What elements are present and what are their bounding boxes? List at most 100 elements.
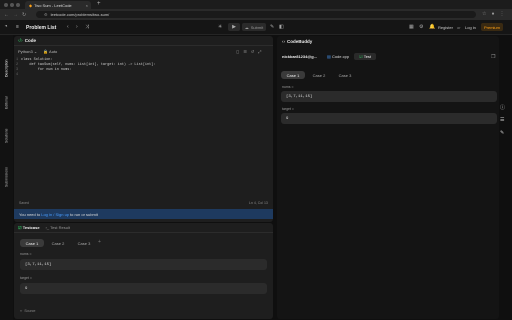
source-toggle[interactable]: ‹› Source (20, 309, 35, 313)
debug-icon[interactable]: ✳ (218, 24, 222, 30)
autocomplete-mode[interactable]: 🔒 Auto (43, 49, 57, 54)
buddy-target-label: target = (282, 107, 294, 111)
editor-actions: ◻ ☰ ↺ ⤢ (236, 49, 261, 54)
forward-icon[interactable]: → (13, 12, 18, 18)
bookmark-code-icon[interactable]: ◻ (236, 49, 239, 54)
code-icon: ‹› (20, 309, 23, 313)
tab-title: Two Sum - LeetCode (34, 2, 72, 8)
tab-solutions[interactable]: Solutions (2, 113, 11, 143)
problem-list-link[interactable]: Problem List (26, 25, 56, 31)
file-tab-test-label: Test (363, 54, 372, 59)
prev-problem-icon[interactable]: ‹ (67, 24, 69, 30)
nums-input[interactable]: [3,7,11,15] (20, 259, 267, 270)
minimize-window-icon[interactable] (10, 3, 14, 7)
panel-toggle-icon[interactable]: ◧ (279, 24, 284, 30)
codebuddy-logo-icon: ‹› (282, 39, 285, 44)
line-number: 1 (16, 58, 19, 62)
list-icon[interactable]: ☰ (500, 117, 504, 123)
nums-label: nums = (20, 252, 32, 256)
run-button[interactable]: ▶ (228, 23, 240, 31)
close-tab-icon[interactable]: × (86, 3, 88, 8)
format-icon[interactable]: ☰ (243, 49, 247, 54)
back-icon[interactable]: ← (4, 12, 9, 18)
shuffle-icon[interactable]: ⤨ (85, 24, 89, 30)
buddy-case-2[interactable]: Case 2 (307, 71, 331, 79)
language-select[interactable]: Python3 ⌄ (18, 49, 37, 54)
buddy-case-3[interactable]: Case 3 (333, 71, 357, 79)
editor-toolbar: Python3 ⌄ 🔒 Auto (18, 49, 57, 54)
notice-suffix: to run or submit (70, 211, 98, 217)
or-text: or (457, 25, 461, 30)
code-line[interactable]: for num in nums: (21, 68, 72, 72)
fullscreen-icon[interactable]: ⤢ (258, 49, 261, 54)
buddy-nums-input[interactable]: [3,7,11,15] (281, 91, 497, 102)
buddy-nums-label: nums = (282, 85, 294, 89)
code-line[interactable]: def twoSum(self, nums: List[int], target… (21, 63, 155, 67)
close-window-icon[interactable] (4, 3, 8, 7)
leetcode-navbar: ◔ ≡ Problem List ‹ › ⤨ ✳ ▶ ☁ Submit ✎ ◧ … (0, 20, 512, 35)
line-number: 2 (16, 63, 19, 67)
chevron-down-icon: ⌄ (33, 49, 38, 54)
profile-icon[interactable]: ● (491, 11, 494, 17)
code-line[interactable]: class Solution: (21, 58, 53, 62)
target-input[interactable]: 9 (20, 283, 267, 294)
tab-submissions[interactable]: Submissions (2, 147, 11, 187)
testcase-tabs: ☑ Testcase ›_ Test Result (14, 223, 273, 233)
url-text: leetcode.com/problems/two-sum/ (50, 12, 110, 17)
tab-testcase[interactable]: ☑ Testcase (18, 225, 40, 230)
login-notice: You need to Log in / Sign up to run or s… (14, 209, 273, 219)
menu-icon[interactable]: ⋮ (500, 11, 505, 17)
login-link[interactable]: Log in (465, 25, 476, 30)
buddy-target-input[interactable]: 9 (281, 113, 497, 124)
tab-test-result-label: Test Result (50, 225, 70, 230)
bell-icon[interactable]: 🔔 (429, 24, 435, 30)
edit-icon[interactable]: ✎ (500, 130, 504, 136)
testcase-case-3[interactable]: Case 3 (72, 239, 96, 247)
testcase-case-1[interactable]: Case 1 (20, 239, 44, 247)
bookmark-icon[interactable]: ☆ (482, 11, 486, 17)
submit-label: Submit (250, 24, 264, 30)
site-info-icon[interactable]: ⚙ (44, 12, 48, 17)
new-tab-button[interactable]: + (97, 1, 101, 7)
premium-button[interactable]: Premium (481, 23, 503, 31)
reload-icon[interactable]: ↻ (22, 12, 26, 18)
next-problem-icon[interactable]: › (76, 24, 78, 30)
mode-value: Auto (49, 49, 58, 54)
buddy-case-1[interactable]: Case 1 (281, 71, 305, 79)
side-tabs: Description Editorial Solutions Submissi… (0, 35, 13, 320)
layout-icon[interactable]: ▦ (409, 24, 414, 30)
codebuddy-title: CodeBuddy (287, 39, 313, 44)
window-controls (4, 3, 20, 7)
login-signup-link[interactable]: Log in / Sign up (41, 212, 69, 217)
info-icon[interactable]: ⓘ (500, 104, 505, 111)
play-icon: ▶ (232, 24, 236, 30)
line-number: 4 (16, 73, 19, 77)
editor-header: ‹/› Code (14, 36, 273, 46)
submit-button[interactable]: ☁ Submit (242, 23, 266, 31)
language-value: Python3 (18, 49, 33, 54)
file-tab-code[interactable]: ▤ Code.cpp (322, 54, 354, 59)
source-label: Source (24, 309, 36, 313)
add-case-button[interactable]: + (98, 239, 101, 245)
note-icon[interactable]: ✎ (270, 24, 274, 30)
upload-icon: ☁ (244, 24, 249, 30)
browser-actions: ☆ ● ⋮ (482, 11, 505, 17)
reset-icon[interactable]: ↺ (251, 49, 254, 54)
file-tab-test[interactable]: ☑ Test (354, 53, 377, 60)
register-link[interactable]: Register (438, 25, 453, 30)
leetcode-logo-icon[interactable]: ◔ (4, 24, 8, 30)
problem-list-icon: ≡ (16, 24, 19, 30)
tab-testcase-label: Testcase (22, 225, 40, 230)
testcase-case-2[interactable]: Case 2 (46, 239, 70, 247)
tab-test-result[interactable]: ›_ Test Result (46, 225, 70, 230)
target-label: target = (20, 276, 32, 280)
lock-icon: 🔒 (43, 49, 49, 54)
editor-title: Code (24, 38, 36, 43)
tab-description[interactable]: Description (2, 39, 11, 77)
file-tab-user[interactable]: nickbar81234@g... (277, 54, 322, 59)
browser-tab[interactable]: ◆ Two Sum - LeetCode × (25, 1, 91, 9)
tab-editorial[interactable]: Editorial (2, 81, 11, 109)
maximize-window-icon[interactable] (16, 3, 20, 7)
url-bar[interactable]: ⚙ leetcode.com/problems/two-sum/ (36, 11, 476, 18)
settings-icon[interactable]: ⚙ (419, 24, 423, 30)
